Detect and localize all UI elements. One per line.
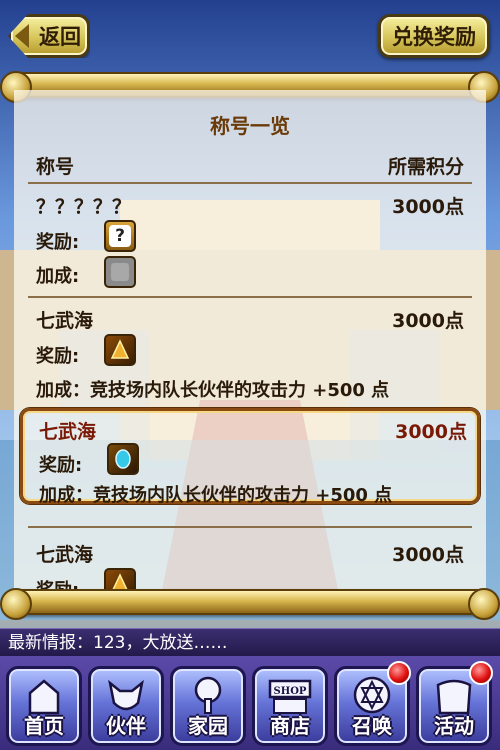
entry-name: 七武海: [36, 310, 94, 332]
panel-title: 称号一览: [210, 114, 290, 138]
nav-home-button[interactable]: 首页: [6, 666, 82, 746]
event-icon: [436, 679, 472, 715]
notification-badge: [469, 661, 493, 685]
reward-label: 奖励:: [36, 232, 80, 253]
entry-points: 3000点: [395, 421, 467, 443]
bonus-text: 加成：竞技场内队长伙伴的攻击力 +500 点: [39, 485, 393, 506]
entry-points: 3000点: [392, 544, 464, 566]
crest-icon[interactable]: [104, 334, 136, 366]
tree-icon: [194, 676, 222, 714]
question-mark-icon[interactable]: ?: [104, 220, 136, 252]
title-entry-selected[interactable]: 七武海 3000点 奖励: 加成：竞技场内队长伙伴的攻击力 +500 点: [20, 408, 480, 506]
summon-icon: [353, 676, 391, 714]
entry-points: 3000点: [392, 310, 464, 332]
nav-summon-label: 召唤: [352, 714, 392, 738]
nav-partner-label: 伙伴: [106, 714, 146, 738]
shop-sign-text: SHOP: [274, 686, 307, 697]
nav-home-base-label: 家园: [188, 714, 228, 738]
bottom-nav: 首页 伙伴 家园 SHOP 商店 召唤 活动: [0, 656, 500, 750]
title-list-panel[interactable]: 称号一览 称号 所需积分 ？？？？？ 3000点 奖励: ? 加成: 七武海 3…: [14, 90, 486, 600]
entry-points: 3000点: [392, 196, 464, 218]
entry-divider: [28, 526, 472, 528]
reward-label: 奖励:: [39, 455, 83, 476]
reward-label: 奖励:: [36, 346, 80, 367]
partner-icon: [108, 679, 144, 711]
nav-home-base-button[interactable]: 家园: [170, 666, 246, 746]
back-arrow-icon: [15, 24, 29, 48]
entry-divider: [28, 296, 472, 298]
column-header-points: 所需积分: [387, 156, 464, 178]
news-text: 最新情报：123，大放送……: [8, 633, 228, 653]
entry-name: ？？？？？: [36, 196, 132, 218]
gem-icon[interactable]: [107, 443, 139, 475]
news-ticker[interactable]: 最新情报：123，大放送……: [0, 628, 500, 656]
title-entry[interactable]: 七武海 3000点 奖励: 加成：竞技场内队长伙伴的攻击力 +500 点: [14, 300, 486, 410]
nav-shop-button[interactable]: SHOP 商店: [252, 666, 328, 746]
shop-icon: SHOP: [268, 679, 312, 714]
redeem-button-label: 兑换奖励: [392, 25, 476, 49]
nav-home-label: 首页: [24, 714, 64, 738]
notification-badge: [387, 661, 411, 685]
scroll-frame-bottom: [0, 588, 500, 620]
title-entry[interactable]: ？？？？？ 3000点 奖励: ? 加成:: [14, 186, 486, 296]
back-button-label: 返回: [39, 25, 81, 49]
nav-summon-button[interactable]: 召唤: [334, 661, 411, 746]
nav-event-label: 活动: [434, 714, 474, 738]
bonus-text: 加成：竞技场内队长伙伴的攻击力 +500 点: [36, 380, 390, 401]
column-header-title: 称号: [36, 156, 75, 178]
nav-event-button[interactable]: 活动: [416, 661, 493, 746]
header-divider: [28, 182, 472, 184]
nav-partner-button[interactable]: 伙伴: [88, 666, 164, 746]
entry-name: 七武海: [39, 421, 97, 443]
bonus-label: 加成:: [36, 266, 80, 287]
home-icon: [28, 679, 60, 715]
entry-name: 七武海: [36, 544, 94, 566]
nav-shop-label: 商店: [270, 714, 310, 738]
locked-icon: [104, 256, 136, 288]
redeem-rewards-button[interactable]: 兑换奖励: [378, 14, 490, 58]
